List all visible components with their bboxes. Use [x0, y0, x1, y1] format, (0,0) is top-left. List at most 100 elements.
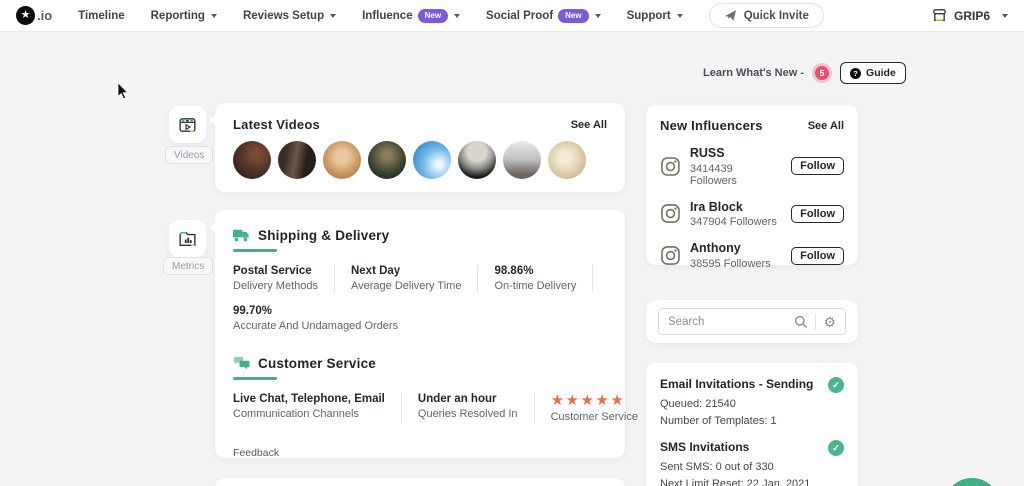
nav-item-support[interactable]: Support — [627, 10, 683, 22]
stat-communication-channels: Live Chat, Telephone, Email Communicatio… — [233, 393, 401, 423]
nav-item-label: Timeline — [78, 9, 125, 22]
influencer-info: Anthony 38595 Followers — [690, 241, 771, 270]
chat-widget-button[interactable] — [944, 478, 1000, 486]
guide-label: Guide — [866, 67, 896, 79]
videos-shortcut-tile[interactable] — [169, 106, 206, 143]
sms-invitations-title: SMS Invitations — [660, 440, 750, 454]
stat-customer-service-rating: ★★★★★ Customer Service — [533, 392, 654, 423]
feedback-link[interactable]: Feedback — [233, 447, 607, 459]
stat-label: Average Delivery Time — [350, 280, 462, 292]
influencer-row: Anthony 38595 Followers Follow — [660, 241, 844, 270]
videos-label: Videos — [174, 149, 205, 161]
new-badge: New — [558, 8, 589, 23]
question-icon: ? — [850, 67, 862, 79]
metrics-shortcut-tile[interactable] — [169, 220, 206, 257]
nav-item-label: Support — [626, 9, 671, 22]
videos-see-all-link[interactable]: See All — [571, 119, 607, 131]
video-avatar[interactable] — [233, 141, 271, 179]
influencer-name: RUSS — [689, 146, 725, 160]
influencer-row: RUSS 3414439 Followers Follow — [660, 146, 844, 187]
latest-videos-card: Latest Videos See All — [210, 103, 625, 192]
stat-queries-resolved: Under an hour Queries Resolved In — [400, 393, 534, 423]
quick-invite-label: Quick Invite — [743, 9, 809, 22]
new-influencers-card: New Influencers See All RUSS 3414439 Fol… — [646, 105, 858, 270]
stat-value: 99.70% — [233, 305, 273, 317]
truck-icon — [233, 229, 249, 242]
video-avatar[interactable] — [413, 141, 451, 179]
instagram-icon — [661, 246, 680, 265]
video-avatar-row — [233, 141, 607, 179]
follow-button[interactable]: Follow — [791, 157, 844, 176]
chevron-down-icon — [676, 13, 683, 18]
dashboard-screen: ★ .io Timeline Reporting Reviews Setup I… — [0, 0, 1024, 486]
nav-item-label: Influence — [362, 9, 413, 22]
follow-button[interactable]: Follow — [791, 246, 844, 265]
divider — [815, 313, 817, 330]
gear-icon[interactable]: ⚙ — [823, 315, 836, 329]
influencer-followers: 3414439 Followers — [689, 162, 737, 187]
email-queued-line: Queued: 21540 — [660, 398, 736, 410]
nav-item-reviews-setup[interactable]: Reviews Setup — [242, 9, 337, 22]
star-rating-icons: ★★★★★ — [550, 392, 626, 409]
influencer-row: Ira Block 347904 Followers Follow — [660, 200, 844, 229]
stat-delivery-methods: Postal Service Delivery Methods — [233, 265, 334, 292]
customer-service-section-title: Customer Service — [258, 356, 377, 371]
influencer-followers: 38595 Followers — [690, 257, 771, 270]
sms-reset-line: Next Limit Reset: 22 Jan, 2021 — [660, 478, 811, 486]
whats-new-row: Learn What's New - 5 ? Guide — [703, 62, 906, 84]
search-icon[interactable] — [794, 315, 808, 329]
chevron-down-icon — [330, 13, 337, 18]
section-underline — [233, 377, 277, 380]
nav-item-social-proof[interactable]: Social Proof New — [486, 8, 601, 23]
account-label: GRIP6 — [953, 8, 990, 23]
influencers-see-all-link[interactable]: See All — [808, 120, 844, 132]
invitations-card: Email Invitations - Sending ✓ Queued: 21… — [646, 363, 858, 486]
email-templates-line: Number of Templates: 1 — [660, 415, 777, 427]
stat-label: Delivery Methods — [233, 280, 318, 292]
video-avatar[interactable] — [548, 141, 586, 179]
metrics-folder-icon — [179, 231, 196, 247]
quick-invite-button[interactable]: Quick Invite — [708, 3, 824, 28]
guide-button[interactable]: ? Guide — [840, 62, 906, 84]
search-input[interactable] — [668, 315, 788, 328]
storefront-icon — [933, 9, 946, 22]
video-avatar[interactable] — [503, 141, 541, 179]
shipping-stats-row: Postal Service Delivery Methods Next Day… — [233, 265, 607, 292]
metrics-tile-label: Metrics — [163, 257, 214, 275]
chevron-down-icon — [1002, 13, 1008, 18]
search-card: ⚙ — [646, 300, 858, 343]
stat-average-delivery-time: Next Day Average Delivery Time — [333, 265, 477, 292]
video-avatar[interactable] — [458, 141, 496, 179]
video-avatar[interactable] — [278, 141, 316, 179]
section-underline — [233, 249, 277, 252]
nav-item-influence[interactable]: Influence New — [362, 8, 461, 23]
influencer-name: Ira Block — [690, 199, 743, 214]
stat-label: Customer Service — [550, 411, 638, 423]
shipping-stats-row-2: 99.70% Accurate And Undamaged Orders — [233, 305, 607, 332]
metrics-label: Metrics — [172, 260, 205, 272]
influencer-info: Ira Block 347904 Followers — [690, 200, 777, 229]
nav-item-label: Social Proof — [486, 9, 554, 22]
app-logo[interactable]: ★ .io — [16, 6, 52, 25]
nav-item-reporting[interactable]: Reporting — [151, 10, 217, 22]
video-avatar[interactable] — [368, 141, 406, 179]
stat-label: Communication Channels — [233, 408, 359, 420]
follow-button[interactable]: Follow — [791, 204, 844, 223]
new-badge: New — [417, 8, 449, 23]
account-menu[interactable]: GRIP6 — [931, 7, 1008, 24]
videos-tile-label: Videos — [165, 146, 214, 164]
nav-item-label: Reviews Setup — [242, 9, 325, 22]
nav-item-timeline[interactable]: Timeline — [78, 10, 124, 22]
next-section-card-peek — [215, 478, 625, 486]
check-icon: ✓ — [828, 377, 844, 393]
chat-bubbles-icon — [233, 357, 250, 370]
chevron-down-icon — [594, 13, 601, 18]
influencers-title: New Influencers — [660, 118, 763, 133]
stat-label: Queries Resolved In — [417, 408, 518, 420]
influencer-info: RUSS 3414439 Followers — [690, 146, 782, 187]
notification-count: 5 — [815, 66, 830, 80]
paper-plane-icon — [724, 10, 736, 21]
logo-star-icon: ★ — [16, 6, 35, 25]
notification-badge[interactable]: 5 — [812, 63, 833, 83]
video-avatar[interactable] — [323, 141, 361, 179]
